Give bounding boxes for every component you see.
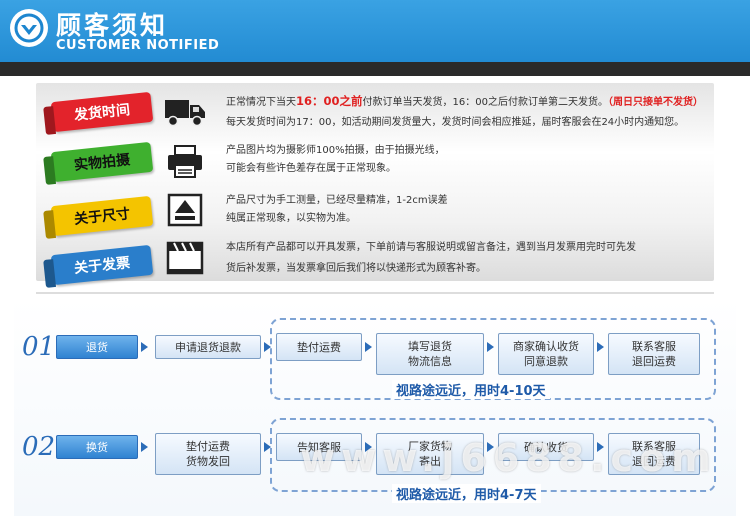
page-title: 顾客须知 <box>56 11 169 40</box>
header-divider <box>0 62 750 76</box>
notice-shipping-line-1: 正常情况下当天16：00之前付款订单当天发货，16：00之后付款订单第二天发货。… <box>226 94 703 108</box>
truck-icon <box>164 95 206 129</box>
arrow-right-icon <box>264 442 271 452</box>
flow-number-return: 01 <box>22 332 56 362</box>
page-subtitle: CUSTOMER NOTIFIED <box>56 38 220 53</box>
flow-return-step-5: 商家确认收货 同意退款 <box>498 333 594 375</box>
check-circle-icon <box>10 9 48 47</box>
arrow-right-icon <box>141 442 148 452</box>
flow-exchange-step-1: 换货 <box>56 435 138 459</box>
flow-return-step-1: 退货 <box>56 335 138 359</box>
arrow-right-icon <box>141 342 148 352</box>
ribbon-invoice: 关于发票 <box>50 244 154 286</box>
notice-size-line-1: 产品尺寸为手工测量，已经尽量精准，1-2cm误差 <box>226 195 448 206</box>
watermark: www.j6688.com <box>300 436 717 480</box>
notice-invoice-line-2: 货后补发票，当发票拿回后我们将以快递形式为顾客补寄。 <box>226 263 486 274</box>
notice-panel: 发货时间 正常情况下当天16：00之前付款订单当天发货，16：00之后付款订单第… <box>36 83 714 286</box>
flow-exchange-step-2: 垫付运费 货物发回 <box>155 433 261 475</box>
ribbon-real-photo: 实物拍摄 <box>50 141 154 183</box>
notice-photo-line-1: 产品图片均为摄影师100%拍摄，由于拍摄光线， <box>226 145 445 156</box>
notice-size-line-2: 纯属正常现象，以实物为准。 <box>226 213 356 224</box>
flow-return-step-6: 联系客服 退回运费 <box>608 333 700 375</box>
ribbon-size: 关于尺寸 <box>50 195 154 237</box>
flow-return-step-3: 垫付运费 <box>276 333 362 361</box>
flow-exchange-duration: 视路途远近，用时4-7天 <box>392 484 541 503</box>
printer-icon <box>164 145 206 179</box>
eject-icon <box>164 193 206 227</box>
arrow-right-icon <box>487 342 494 352</box>
notice-invoice-line-1: 本店所有产品都可以开具发票，下单前请与客服说明或留言备注，遇到当月发票用完时可先… <box>226 242 636 253</box>
flow-number-exchange: 02 <box>22 432 56 462</box>
film-clapper-icon <box>164 241 206 275</box>
arrow-right-icon <box>597 342 604 352</box>
notice-shipping-line-2: 每天发货时间为17：00，如活动期间发货量大，发货时间会相应推延，届时客服会在2… <box>226 117 685 128</box>
flow-return-step-2: 申请退货退款 <box>155 335 261 359</box>
flow-return-step-4: 填写退货 物流信息 <box>376 333 484 375</box>
arrow-right-icon <box>264 342 271 352</box>
section-divider <box>36 292 714 294</box>
notice-photo-line-2: 可能会有些许色差存在属于正常现象。 <box>226 163 396 174</box>
ribbon-shipping-time: 发货时间 <box>50 91 154 133</box>
flow-return-duration: 视路途远近，用时4-10天 <box>392 380 550 399</box>
arrow-right-icon <box>365 342 372 352</box>
